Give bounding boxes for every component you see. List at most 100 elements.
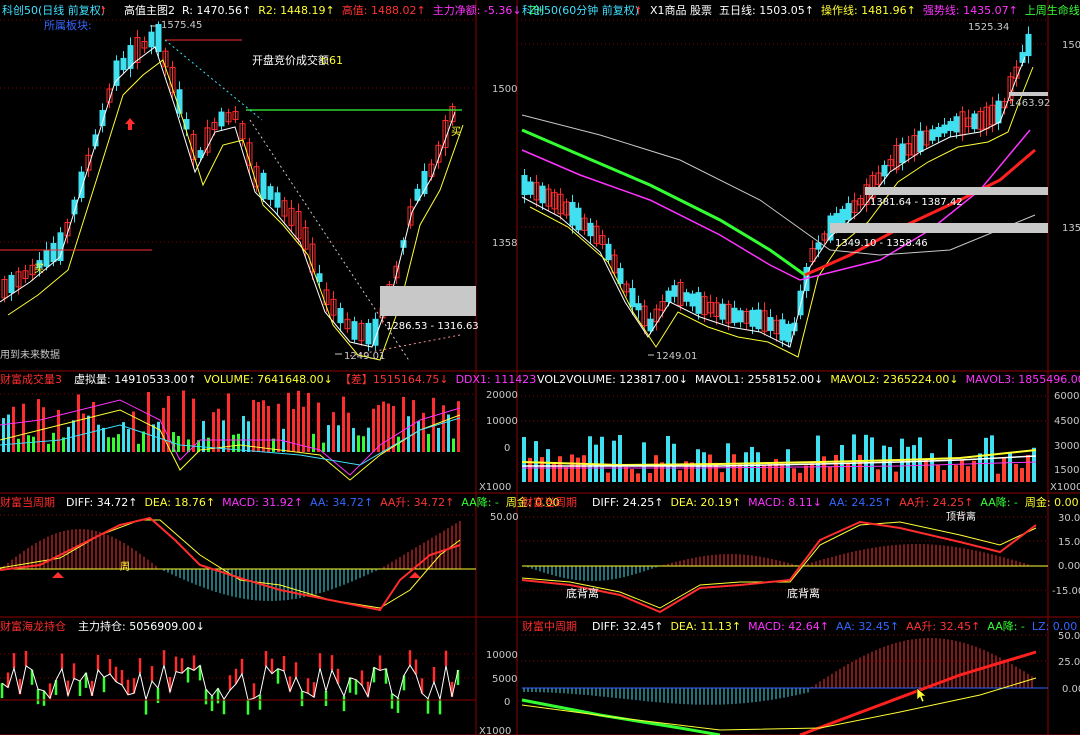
- volume-bar: [277, 403, 280, 452]
- candle-down: [767, 317, 774, 331]
- candle-down: [337, 308, 344, 324]
- mid-axis-25: 25.00: [1058, 657, 1080, 668]
- volume-bar: [332, 412, 335, 452]
- indicator-value: MACD: 8.11↓: [748, 496, 822, 509]
- hourly-chart-title[interactable]: 科创50(60分钟 前复权): [522, 3, 639, 17]
- daily-vol-axis-unit: X1000: [479, 482, 511, 493]
- volume-bar: [372, 408, 375, 452]
- indicator-value: MACD: 31.92↑: [222, 496, 303, 509]
- volume-bar: [576, 457, 580, 482]
- indicator-value: DIFF: 24.25↑: [592, 496, 663, 509]
- volume-bar: [2, 418, 5, 452]
- volume-bar: [648, 473, 652, 482]
- candle-down: [521, 174, 528, 196]
- holding-title[interactable]: 财富海龙持仓: [0, 619, 66, 633]
- volume-bar: [342, 396, 345, 452]
- up-arrow-icon: 🠕: [636, 4, 641, 17]
- indicator-value: AA升: 24.25↑: [899, 496, 973, 509]
- volume-bar: [97, 424, 100, 452]
- candle-down: [351, 321, 358, 340]
- volume-bar: [1026, 454, 1030, 482]
- daily-indicator-values: 高值主图2 R: 1470.56↑ R2: 1448.19↑ 高值: 1488.02↑…: [124, 3, 544, 17]
- volume-bar: [888, 447, 892, 482]
- volume-bar: [102, 427, 105, 452]
- volume-bar: [47, 443, 50, 452]
- up-arrow-icon: 🠕: [101, 4, 106, 17]
- volume-bar: [804, 465, 808, 482]
- hourly-macd-header: 财富当周期 DIFF: 24.25↑ DEA: 20.19↑ MACD: 8.11↓…: [522, 495, 1079, 509]
- candle-down: [683, 292, 690, 302]
- hourly-macd-title[interactable]: 财富当周期: [522, 495, 577, 509]
- volume-bar: [672, 443, 676, 482]
- hourly-chart-header: 科创50(60分钟 前复权) 🠕 X1商品 股票 五日线: 1503.05↑ 操作线…: [522, 3, 1080, 17]
- volume-bar: [612, 440, 616, 482]
- candle-down: [935, 126, 942, 138]
- indicator-value: MACD: 42.64↑: [748, 620, 829, 633]
- volume-bar: [1002, 457, 1006, 482]
- candle-down: [995, 100, 1002, 124]
- volume-bar: [1014, 464, 1018, 482]
- daily-macd-title[interactable]: 财富当周期: [0, 495, 55, 509]
- indicator-value: 高值主图2: [124, 3, 175, 17]
- volume-bar: [792, 468, 796, 482]
- volume-bar: [894, 471, 898, 482]
- hourly-macd-axis-15: 15.00: [1058, 537, 1080, 548]
- candle-down: [569, 201, 576, 226]
- hourly-volume-values: VOLUME: 123817.00↓ MAVOL1: 2558152.00↓ MAV…: [566, 373, 1080, 386]
- indicator-value: DDX1: 111423: [456, 373, 537, 386]
- volume-bar: [262, 400, 265, 452]
- auction-amount-label: 开盘竞价成交额: [252, 53, 329, 67]
- candle-down: [671, 285, 678, 297]
- hourly-axis-150: 150: [1062, 40, 1080, 51]
- candle-down: [260, 172, 267, 200]
- volume-bar: [780, 463, 784, 482]
- candle-down: [617, 268, 624, 284]
- volume-bar: [57, 409, 60, 452]
- volume-bar: [427, 433, 430, 452]
- hourly-macd-axis-0: 0.00: [1058, 561, 1080, 572]
- volume-bar: [267, 405, 270, 452]
- volume-bar: [257, 402, 260, 452]
- volume-bar: [864, 434, 868, 482]
- volume-bar: [272, 438, 275, 452]
- volume-bar: [157, 421, 160, 452]
- volume-bar: [27, 435, 30, 452]
- volume-bar: [666, 435, 670, 482]
- volume-bar: [227, 393, 230, 452]
- vol2-title[interactable]: VOL2: [537, 373, 566, 386]
- volume-bar: [522, 437, 526, 482]
- daily-macd-header: 财富当周期 DIFF: 34.72↑ DEA: 18.76↑ MACD: 31.92…: [0, 495, 560, 509]
- volume-bar: [192, 398, 195, 452]
- candle-down: [917, 130, 924, 152]
- volume-bar: [32, 436, 35, 452]
- hourly-volume-header: VOL2 VOLUME: 123817.00↓ MAVOL1: 2558152.0…: [537, 373, 1080, 386]
- volume-bar: [412, 400, 415, 452]
- indicator-value: AA升: 34.72↑: [380, 496, 454, 509]
- volume-bar: [798, 472, 802, 482]
- buy-mark: 买: [34, 263, 44, 275]
- bottom-divergence-label-1: 底背离: [566, 586, 599, 600]
- indicator-value: AA: 34.72↑: [310, 496, 373, 509]
- auction-amount-value: t:61: [321, 54, 343, 67]
- candle-down: [929, 129, 936, 141]
- holding-header: 财富海龙持仓 主力持仓: 5056909.00↓: [0, 619, 205, 633]
- candle-down: [779, 319, 786, 341]
- indicator-value: DEA: 18.76↑: [144, 496, 215, 509]
- mid-cycle-axis: 50.00 25.00 0.00: [1058, 631, 1080, 695]
- indicator-value: 虚拟量: 14910533.00↑: [74, 372, 197, 386]
- volume-bar: [22, 403, 25, 452]
- volume-title[interactable]: 财富成交量3: [0, 372, 62, 386]
- volume-bar: [77, 394, 80, 452]
- mid-cycle-title[interactable]: 财富中周期: [522, 619, 577, 633]
- daily-chart-title[interactable]: 科创50(日线 前复权): [2, 3, 105, 17]
- volume-bar: [558, 456, 562, 482]
- sector-label[interactable]: 所属板块:: [44, 18, 92, 32]
- hourly-axis-135: 135: [1062, 223, 1080, 234]
- candle-down: [575, 207, 582, 231]
- daily-volume-header: 财富成交量3 虚拟量: 14910533.00↑ VOLUME: 7641648.…: [0, 372, 536, 386]
- volume-bar: [978, 453, 982, 482]
- candle-down: [120, 57, 127, 71]
- volume-bar: [1020, 468, 1024, 482]
- stock-chart-screen: 科创50(日线 前复权) 🠕 高值主图2 R: 1470.56↑ R2: 1448.…: [0, 0, 1080, 735]
- volume-bar: [1032, 447, 1036, 482]
